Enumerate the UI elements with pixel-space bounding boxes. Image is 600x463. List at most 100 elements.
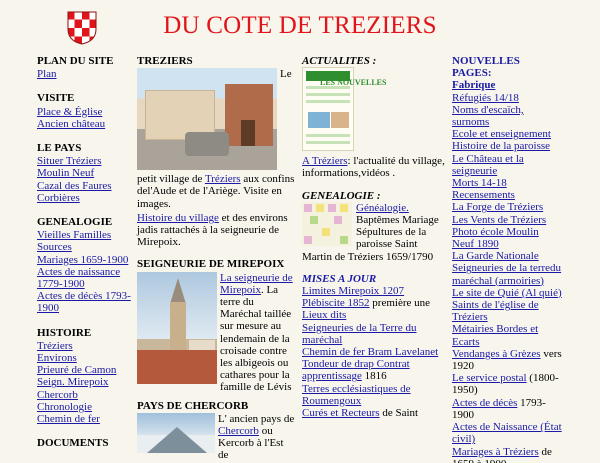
new-page-item: Photo école Moulin Neuf 1890 [452,226,562,250]
new-page-item: Morts 14-18 [452,177,562,189]
tree-cell [310,215,318,224]
chercorb-link[interactable]: Chercorb [218,425,259,437]
new-page-link-postal[interactable]: Le service postal [452,372,527,384]
update-link-chemin-de-fer[interactable]: Chemin de fer Bram Lavelanet [302,346,438,358]
new-page-item: La Forge de Tréziers [452,201,562,213]
chercorb-landscape-photo[interactable] [137,412,215,453]
photo-peak [147,426,207,453]
genealogie-link-deces[interactable]: Actes de décès 1793-1900 [37,290,132,314]
new-page-link-chateau[interactable]: Le Château et la seigneurie [452,153,524,177]
update-link-lieux-dits[interactable]: Lieux dits [302,309,346,321]
histoire-link-mirepoix[interactable]: Seign. Mirepoix [37,376,132,388]
histoire-link-treziers[interactable]: Tréziers [37,340,132,352]
visite-link-ancien-chateau[interactable]: Ancien château [37,118,132,130]
new-page-link-vents[interactable]: Les Vents de Tréziers [452,214,546,226]
pays-link-situer[interactable]: Situer Tréziers [37,155,132,167]
new-page-link-photo-ecole[interactable]: Photo école Moulin Neuf 1890 [452,226,539,250]
new-page-link-recensements[interactable]: Recensements [452,189,515,201]
pays-link-moulin-neuf[interactable]: Moulin Neuf [37,167,132,179]
news-pic [308,112,330,129]
new-pages-heading: NOUVELLES PAGES: [452,55,520,80]
treziers-text-petit: petit village de [137,173,203,186]
new-page-link-noms[interactable]: Noms d'escaïch, surnoms [452,104,524,128]
news-line [306,100,350,104]
new-page-item: Ecole et enseignement [452,128,562,140]
histoire-link-prieure[interactable]: Prieuré de Camon [37,364,132,376]
new-page-link-saints[interactable]: Saints de l'église de Tréziers [452,299,539,323]
new-page-link-vendanges[interactable]: Vendanges à Grèzes [452,348,541,360]
update-link-terres[interactable]: Terres ecclésiastiques de Roumengoux [302,383,411,407]
update-link-plebiscite[interactable]: Plébiscite 1852 [302,297,370,309]
new-page-item: Réfugiés 14/18 [452,92,562,104]
photo-door [241,120,255,147]
plan-link[interactable]: Plan [37,68,132,80]
plan-section: PLAN DU SITE Plan [37,55,132,80]
pays-link-corbieres[interactable]: Corbières [37,192,132,204]
update-link-limites[interactable]: Limites Mirepoix 1207 [302,285,404,297]
new-page-link-ecole[interactable]: Ecole et enseignement [452,128,551,140]
news-label: LES NOUVELLES [320,78,387,88]
new-page-link-mariages[interactable]: Mariages à Tréziers [452,446,539,458]
new-page-link-morts[interactable]: Morts 14-18 [452,177,507,189]
new-page-item: Actes de Naissance (État civil) [452,421,562,445]
tree-cell [316,203,324,212]
photo-spire [170,277,186,304]
news-pic [331,112,349,129]
update-link-cures[interactable]: Curés et Recteurs [302,407,380,419]
histoire-heading: HISTOIRE [37,326,92,339]
mirepoix-church-photo[interactable] [137,271,217,384]
new-page-link-refugies[interactable]: Réfugiés 14/18 [452,92,519,104]
fabrique-heading[interactable]: Fabrique [452,79,562,91]
new-page-link-deces[interactable]: Actes de décès [452,397,517,409]
genealogie-link-sources[interactable]: Sources [37,241,132,253]
pays-heading: LE PAYS [37,142,82,155]
new-page-item: Recensements [452,189,562,201]
photo-roofs [137,349,217,384]
treziers-text-le: Le [280,68,292,81]
histoire-link-environs[interactable]: Environs [37,352,132,364]
documents-heading: DOCUMENTS [37,437,109,450]
update-item: Plébiscite 1852 première une [302,297,445,309]
update-link-seigneuries[interactable]: Seigneuries de la Terre du maréchal [302,322,417,346]
update-text: 1816 [361,370,387,383]
new-page-link-paroisse[interactable]: Histoire de la paroisse [452,140,550,152]
visite-section: VISITE Place & Église Ancien château [37,92,132,130]
family-tree-thumbnail[interactable] [302,201,352,246]
new-page-item: Actes de décès 1793-1900 [452,397,562,421]
histoire-village-link[interactable]: Histoire du village [137,212,219,224]
update-item: Tondeur de drap Contrat apprentissage 18… [302,358,445,382]
seigneurie-section: SEIGNEURIE DE MIREPOIX La seigneurie de … [137,258,295,393]
actualites-link[interactable]: A Tréziers [302,155,348,167]
actualites-section: ACTUALITES : LES NOUVELLES A Tréziers: l… [302,55,445,180]
treziers-heading: TREZIERS [137,55,193,67]
new-page-item: Saints de l'église de Tréziers [452,299,562,323]
new-page-link-forge[interactable]: La Forge de Tréziers [452,201,543,213]
visite-link-place-eglise[interactable]: Place & Église [37,106,132,118]
village-fountain-photo[interactable] [137,68,277,171]
seigneurie-heading: SEIGNEURIE DE MIREPOIX [137,258,285,271]
pays-section: LE PAYS Situer Tréziers Moulin Neuf Caza… [37,142,132,204]
plan-heading: PLAN DU SITE [37,55,114,67]
new-page-link-naissance[interactable]: Actes de Naissance (État civil) [452,421,562,445]
histoire-link-chercorb[interactable]: Chercorb [37,389,132,401]
documents-section: DOCUMENTS [37,437,132,449]
genealogie-link-naissance[interactable]: Actes de naissance 1779-1900 [37,266,132,290]
seigneurie-link[interactable]: La seigneurie de Mirepoix [220,272,293,296]
update-item: Seigneuries de la Terre du maréchal [302,322,445,346]
genealogie-link-familles[interactable]: Vieilles Familles [37,229,132,241]
new-page-link-armoiries[interactable]: Seigneuries de la terredu maréchal (armo… [452,262,561,286]
update-link-tondeur[interactable]: Tondeur de drap Contrat apprentissage [302,358,410,382]
histoire-link-chronologie[interactable]: Chronologie [37,401,132,413]
genealogie-link-mariages[interactable]: Mariages 1659-1900 [37,254,132,266]
mises-a-jour-heading: MISES A JOUR [302,272,377,285]
histoire-link-chemin-de-fer[interactable]: Chemin de fer [37,413,132,425]
pays-link-cazal[interactable]: Cazal des Faures [37,180,132,192]
middle-right-column: ACTUALITES : LES NOUVELLES A Tréziers: l… [302,55,445,419]
new-page-link-metairies[interactable]: Métairies Bordes et Ecarts [452,323,538,347]
genealogie-heading: GENEALOGIE [37,216,113,229]
treziers-link[interactable]: Tréziers [205,173,241,185]
new-page-item: La Garde Nationale [452,250,562,262]
genealogie-news-link[interactable]: Généalogie. [356,202,409,214]
new-page-link-garde[interactable]: La Garde Nationale [452,250,539,262]
new-page-link-quie[interactable]: Le site de Quié (Al quié) [452,287,562,299]
